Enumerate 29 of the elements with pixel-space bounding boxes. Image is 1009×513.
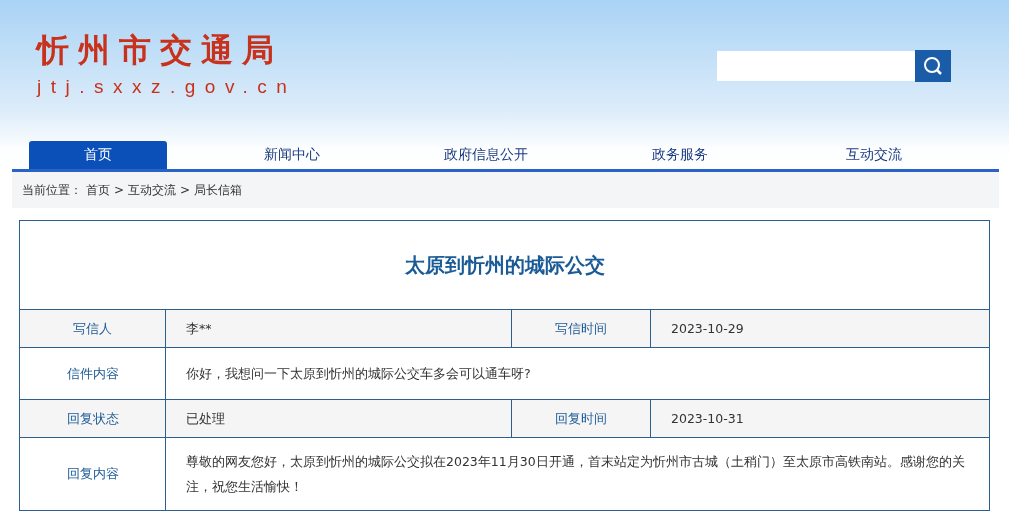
field-value: 尊敬的网友您好，太原到忻州的城际公交拟在2023年11月30日开通，首末站定为忻州市古城（土稍门）至太原市高铁南站。感谢您的关注，祝您生活愉快！: [185, 453, 966, 496]
breadcrumb-link[interactable]: 互动交流: [128, 181, 177, 199]
letter-title: 太原到忻州的城际公交: [404, 251, 605, 279]
field-value: 2023-10-29: [670, 320, 745, 338]
field-value: 2023-10-31: [670, 410, 745, 428]
nav-tab[interactable]: 互动交流: [805, 141, 943, 169]
field-label: 写信时间: [512, 310, 651, 347]
field-label: 回复状态: [20, 400, 166, 437]
breadcrumb-label: 当前位置：: [22, 181, 82, 199]
nav-tab[interactable]: 政府信息公开: [417, 141, 555, 169]
breadcrumb-link[interactable]: 首页: [86, 181, 110, 199]
breadcrumb-link[interactable]: 局长信箱: [194, 181, 243, 199]
site-domain: jtj.sxxz.gov.cn: [37, 76, 297, 98]
site-title: 忻州市交通局: [37, 30, 284, 70]
field-label: 回复内容: [20, 438, 166, 510]
nav-tab[interactable]: 首页: [29, 141, 167, 169]
field-value: 已处理: [166, 400, 512, 437]
search-icon: [923, 56, 943, 76]
field-value: 李**: [166, 310, 512, 347]
field-label: 回复时间: [512, 400, 651, 437]
nav-tab[interactable]: 政务服务: [611, 141, 749, 169]
field-label: 写信人: [20, 310, 166, 347]
search-field[interactable]: [717, 51, 915, 81]
breadcrumb-separator: >: [180, 183, 191, 197]
search-button[interactable]: [915, 50, 951, 82]
field-label: 信件内容: [20, 348, 166, 399]
nav-tab[interactable]: 新闻中心: [223, 141, 361, 169]
breadcrumb-separator: >: [114, 183, 125, 197]
field-value: 你好，我想问一下太原到忻州的城际公交车多会可以通车呀?: [185, 365, 532, 383]
